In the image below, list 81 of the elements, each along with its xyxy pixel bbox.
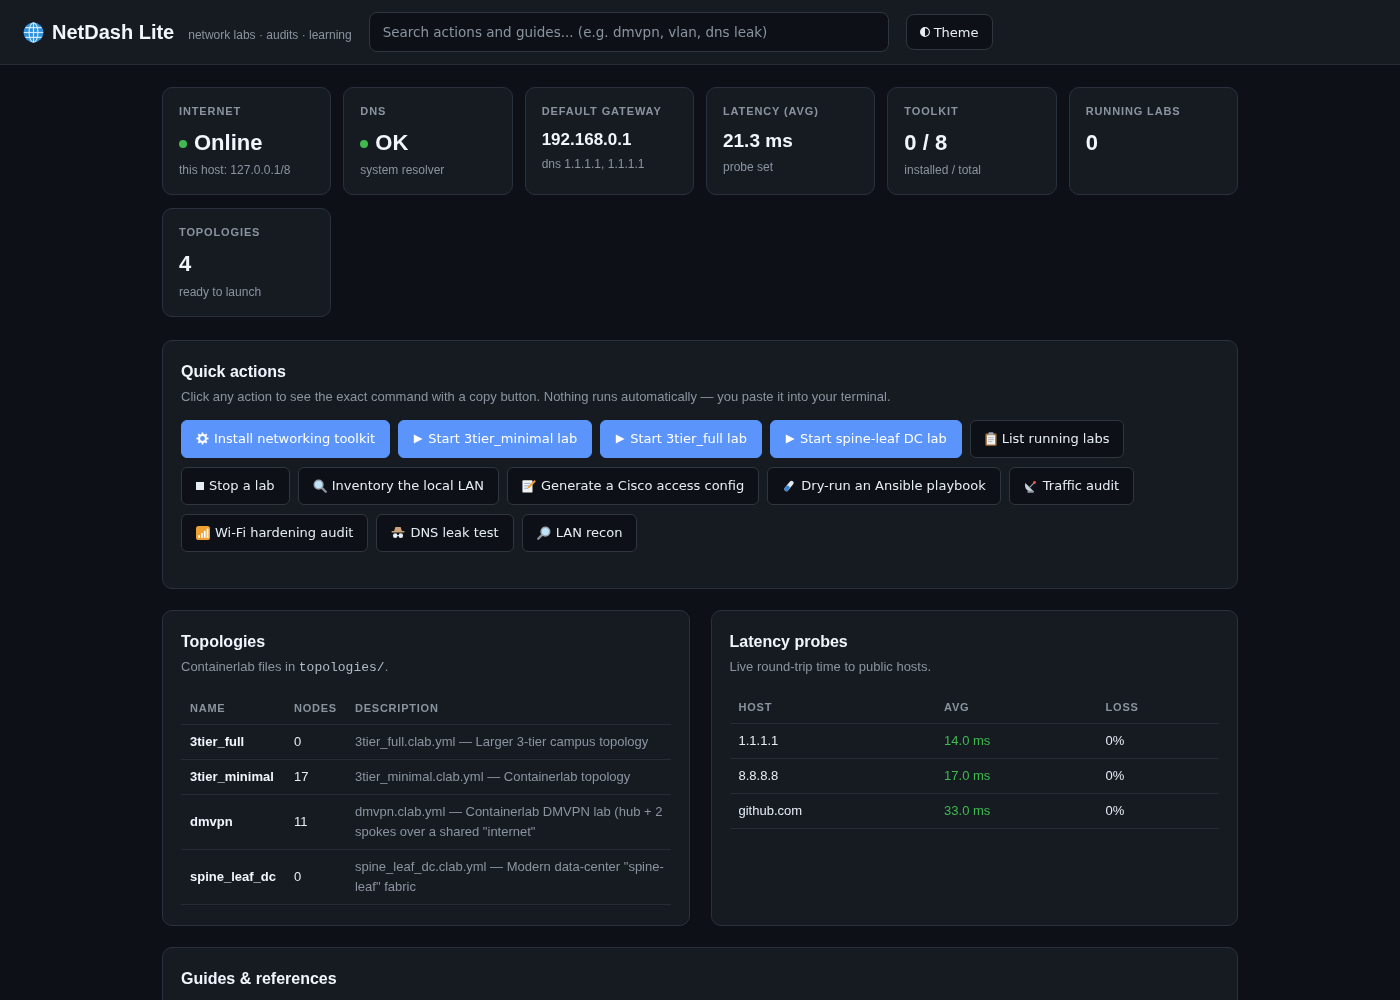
panel-title: Quick actions bbox=[181, 361, 287, 382]
play-icon bbox=[413, 433, 424, 444]
contrast-icon bbox=[919, 27, 930, 37]
gear-icon bbox=[196, 432, 209, 446]
column-header: NAME bbox=[181, 691, 285, 725]
table-cell: 3tier_minimal bbox=[181, 759, 285, 795]
table-cell: 0% bbox=[1096, 758, 1219, 794]
action-button[interactable]: Dry-run an Ansible playbook bbox=[767, 466, 1001, 505]
app-tagline: network labs · audits · learning bbox=[188, 27, 352, 42]
table-cell: 0% bbox=[1096, 723, 1219, 759]
column-header: AVG bbox=[935, 690, 1097, 724]
stat-detail: installed / total bbox=[904, 162, 983, 179]
stat-value: 4 bbox=[179, 251, 192, 278]
action-button[interactable]: Traffic audit bbox=[1008, 466, 1135, 505]
table-cell: github.com bbox=[729, 793, 936, 829]
stat-detail: this host: 127.0.0.1/8 bbox=[179, 162, 292, 179]
table-cell: 3tier_full.clab.yml — Larger 3-tier campus topology bbox=[345, 724, 671, 760]
app-title: NetDash Lite bbox=[52, 20, 175, 44]
stat-detail: probe set bbox=[723, 158, 775, 175]
table-cell: 14.0 ms bbox=[935, 723, 1097, 759]
clipboard-icon bbox=[984, 431, 997, 446]
column-header: HOST bbox=[729, 690, 936, 724]
panel-title: Guides & references bbox=[181, 968, 338, 989]
action-button[interactable]: Wi-Fi hardening audit bbox=[181, 513, 369, 552]
panel-title: Topologies bbox=[181, 631, 267, 652]
stat-label: RUNNING LABS bbox=[1085, 104, 1182, 118]
table-cell: 17.0 ms bbox=[935, 758, 1097, 794]
table-cell: 3tier_minimal.clab.yml — Containerlab topology bbox=[345, 759, 671, 795]
stat-detail: ready to launch bbox=[179, 283, 263, 300]
table-cell: 11 bbox=[285, 794, 346, 850]
table-cell: spine_leaf_dc bbox=[181, 849, 285, 905]
stop-icon bbox=[196, 481, 204, 490]
action-button[interactable]: DNS leak test bbox=[376, 513, 514, 552]
stat-label: TOOLKIT bbox=[904, 104, 960, 118]
table-cell: dmvpn.clab.yml — Containerlab DMVPN lab (hub + 2 spokes over a shared "internet" bbox=[345, 794, 671, 850]
action-button[interactable]: Inventory the local LAN bbox=[297, 466, 499, 505]
action-button[interactable]: LAN recon bbox=[521, 513, 638, 552]
table-cell: 0% bbox=[1096, 793, 1219, 829]
table-cell: 17 bbox=[285, 759, 346, 795]
signal-bars-icon bbox=[196, 525, 210, 540]
stat-label: INTERNET bbox=[179, 104, 243, 118]
search-field[interactable]: Search actions and guides... (e.g. dmvpn, vlan, dns leak) bbox=[368, 12, 889, 52]
play-icon bbox=[784, 433, 795, 444]
column-header: NODES bbox=[285, 691, 346, 725]
stat-detail: dns 1.1.1.1, 1.1.1.1 bbox=[541, 156, 646, 173]
action-button[interactable]: Stop a lab bbox=[181, 466, 290, 505]
stat-value: 192.168.0.1 bbox=[541, 130, 632, 151]
panel-description: Click any action to see the exact command with a copy button. Nothing runs automatically — you paste it into your terminal. bbox=[181, 387, 892, 405]
play-icon bbox=[615, 433, 626, 444]
panel-description: Containerlab files in topologies/. bbox=[181, 657, 390, 676]
globe-icon bbox=[23, 21, 44, 43]
stat-value: OK bbox=[375, 130, 409, 157]
table-cell: dmvpn bbox=[181, 794, 285, 850]
table-cell: 1.1.1.1 bbox=[729, 723, 936, 759]
magnifier-icon bbox=[536, 525, 551, 540]
column-header: LOSS bbox=[1096, 690, 1219, 724]
stat-label: DNS bbox=[360, 104, 388, 118]
action-button[interactable]: Generate a Cisco access config bbox=[506, 466, 760, 505]
stat-label: TOPOLOGIES bbox=[179, 225, 262, 240]
stat-value: 0 bbox=[1085, 130, 1098, 157]
stat-label: LATENCY (AVG) bbox=[723, 104, 820, 118]
table-cell: 33.0 ms bbox=[935, 793, 1097, 829]
satellite-dish-icon bbox=[1023, 478, 1038, 493]
action-button[interactable]: List running labs bbox=[969, 419, 1125, 458]
hat-glasses-icon bbox=[391, 525, 406, 540]
stat-label: DEFAULT GATEWAY bbox=[541, 104, 663, 118]
stat-value: 0 / 8 bbox=[904, 130, 948, 157]
theme-button[interactable]: Theme bbox=[905, 14, 993, 50]
notepad-pencil-icon bbox=[521, 478, 536, 493]
stat-value: 21.3 ms bbox=[723, 130, 793, 153]
column-header: DESCRIPTION bbox=[345, 691, 671, 725]
table-cell: spine_leaf_dc.clab.yml — Modern data-center "spine-leaf" fabric bbox=[345, 849, 671, 905]
panel-description: Live round-trip time to public hosts. bbox=[729, 657, 933, 675]
table-cell: 0 bbox=[285, 724, 346, 760]
magnifier-icon bbox=[312, 478, 327, 493]
stat-detail: system resolver bbox=[360, 162, 446, 179]
stat-value: Online bbox=[194, 130, 263, 157]
table-cell: 8.8.8.8 bbox=[729, 758, 936, 794]
table-cell: 0 bbox=[285, 849, 346, 905]
panel-title: Latency probes bbox=[729, 631, 849, 652]
table-cell: 3tier_full bbox=[181, 724, 285, 760]
